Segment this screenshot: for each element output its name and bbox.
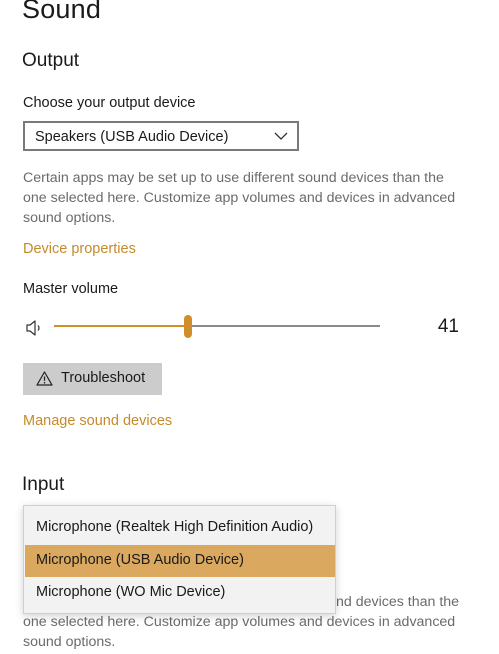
volume-value: 41 [437,316,459,337]
output-device-select[interactable]: Speakers (USB Audio Device) [23,121,299,151]
input-option-usb[interactable]: Microphone (USB Audio Device) [25,545,335,577]
master-volume-slider[interactable] [54,313,380,339]
slider-thumb[interactable] [183,315,192,338]
output-description: Certain apps may be set up to use differ… [23,168,483,228]
output-description-line: one selected here. Customize app volumes… [23,190,456,206]
troubleshoot-button[interactable]: Troubleshoot [23,363,162,395]
input-heading: Input [22,474,65,495]
input-option-label: Microphone (Realtek High Definition Audi… [36,519,314,535]
page-title: Sound [22,0,102,24]
input-option-wo-mic[interactable]: Microphone (WO Mic Device) [25,577,335,609]
input-description-line: one selected here. Customize app volumes… [23,614,456,630]
sound-settings-page: Sound Output Choose your output device S… [0,0,499,654]
input-description-line: sound options. [23,634,116,650]
input-device-dropdown[interactable]: Microphone (Realtek High Definition Audi… [23,505,336,614]
troubleshoot-label: Troubleshoot [61,370,146,386]
speaker-icon[interactable] [25,319,45,337]
device-properties-link[interactable]: Device properties [23,241,136,257]
input-option-label: Microphone (WO Mic Device) [36,584,226,600]
master-volume-label: Master volume [23,281,119,297]
output-heading: Output [22,50,80,71]
chevron-down-icon [274,132,288,140]
output-device-value: Speakers (USB Audio Device) [35,129,229,145]
input-option-label: Microphone (USB Audio Device) [36,552,244,568]
manage-sound-devices-link[interactable]: Manage sound devices [23,413,172,429]
warning-icon [36,371,53,386]
slider-fill [54,325,188,327]
output-device-label: Choose your output device [23,95,196,111]
output-description-line: sound options. [23,210,116,226]
input-option-realtek[interactable]: Microphone (Realtek High Definition Audi… [25,512,335,544]
output-description-line: Certain apps may be set up to use differ… [23,170,444,186]
